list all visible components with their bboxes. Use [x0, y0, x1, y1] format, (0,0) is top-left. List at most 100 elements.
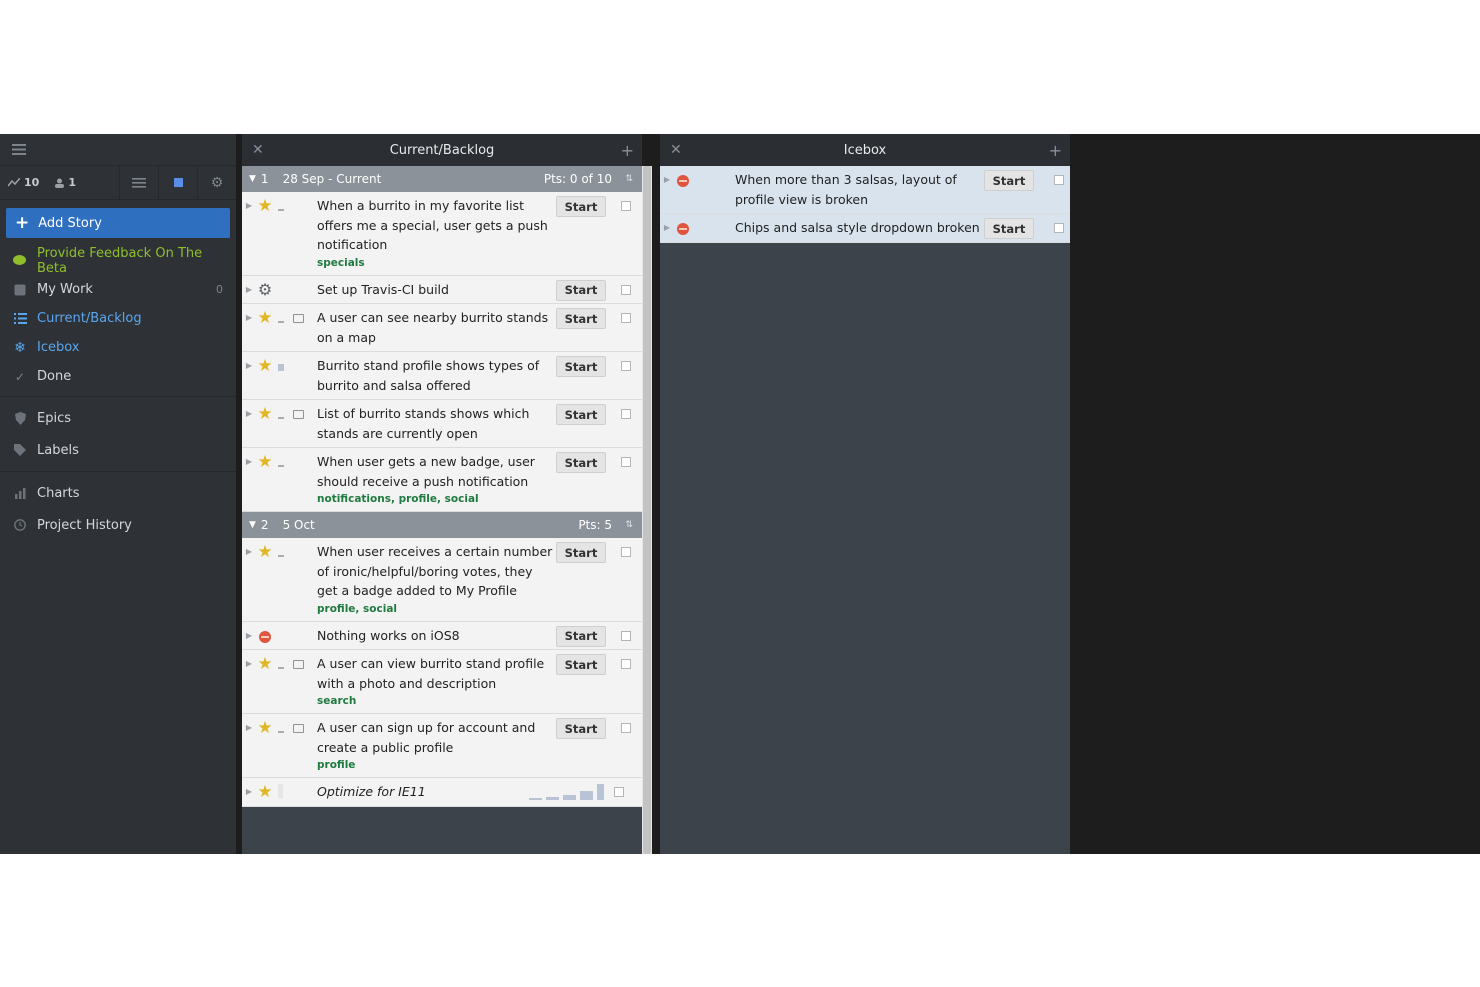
expand-arrow-icon[interactable]: ▶: [242, 400, 256, 447]
expand-arrow-icon[interactable]: ▶: [242, 192, 256, 275]
start-button[interactable]: Start: [556, 542, 606, 563]
story-labels[interactable]: specials: [317, 255, 554, 271]
start-button[interactable]: Start: [984, 170, 1034, 191]
team-strength-icon[interactable]: ⇅: [625, 520, 633, 530]
story-row[interactable]: ▶ ⚙ Set up Travis-CI build Start: [242, 275, 642, 304]
expand-arrow-icon[interactable]: ▶: [242, 304, 256, 351]
sidebar-item-charts[interactable]: Charts: [0, 477, 236, 509]
team-strength-icon[interactable]: ⇅: [625, 174, 633, 184]
app-window: 10 1 ⚙ + Add Story Provide Feedback On T…: [0, 134, 1480, 854]
estimate-icon[interactable]: [278, 667, 284, 669]
estimate-option[interactable]: [563, 795, 576, 800]
estimate-option[interactable]: [529, 798, 542, 800]
velocity-stat[interactable]: 10: [0, 176, 47, 189]
settings-button[interactable]: ⚙: [197, 165, 236, 200]
select-checkbox[interactable]: [621, 457, 631, 467]
expand-arrow-icon[interactable]: ▶: [242, 778, 256, 806]
estimate-icon[interactable]: [278, 209, 284, 211]
story-row[interactable]: ▶ Chips and salsa style dropdown broken …: [660, 214, 1070, 243]
chevron-down-icon[interactable]: ▼: [249, 520, 256, 530]
story-row[interactable]: ▶ ★ A user can sign up for account and c…: [242, 714, 642, 778]
story-row[interactable]: ▶ When more than 3 salsas, layout of pro…: [660, 166, 1070, 214]
start-button[interactable]: Start: [556, 404, 606, 425]
start-button[interactable]: Start: [556, 308, 606, 329]
estimate-icon[interactable]: [278, 555, 284, 557]
expand-arrow-icon[interactable]: ▶: [242, 276, 256, 304]
estimate-icon[interactable]: [278, 731, 284, 733]
sidebar-item-project-history[interactable]: Project History: [0, 509, 236, 541]
story-labels[interactable]: profile, social: [317, 601, 554, 617]
start-button[interactable]: Start: [556, 356, 606, 377]
story-row[interactable]: ▶ ★ When a burrito in my favorite list o…: [242, 192, 642, 276]
expand-arrow-icon[interactable]: ▶: [242, 714, 256, 777]
add-icon[interactable]: +: [1049, 141, 1062, 160]
estimate-icon[interactable]: [278, 784, 283, 798]
select-checkbox[interactable]: [621, 313, 631, 323]
expand-arrow-icon[interactable]: ▶: [242, 622, 256, 650]
backlog-scrollbar[interactable]: [642, 166, 652, 854]
close-icon[interactable]: ✕: [670, 142, 682, 158]
estimate-icon[interactable]: [278, 465, 284, 467]
estimate-picker[interactable]: [526, 782, 604, 800]
start-button[interactable]: Start: [556, 279, 606, 301]
sidebar-item-labels[interactable]: Labels: [0, 434, 236, 466]
sidebar-item-current-backlog[interactable]: Current/Backlog: [0, 304, 236, 333]
iteration-header[interactable]: ▼ 1 28 Sep - Current Pts: 0 of 10 ⇅: [242, 166, 642, 192]
expand-arrow-icon[interactable]: ▶: [242, 448, 256, 511]
start-button[interactable]: Start: [556, 718, 606, 739]
start-button[interactable]: Start: [984, 218, 1034, 239]
select-checkbox[interactable]: [621, 630, 631, 641]
select-checkbox[interactable]: [1054, 175, 1064, 185]
story-labels[interactable]: profile: [317, 757, 554, 773]
sidebar-item-epics[interactable]: Epics: [0, 402, 236, 434]
expand-arrow-icon[interactable]: ▶: [242, 538, 256, 621]
story-row[interactable]: ▶ ★ When user gets a new badge, user sho…: [242, 448, 642, 512]
estimate-icon[interactable]: [278, 321, 284, 323]
story-row[interactable]: ▶ ★ A user can see nearby burrito stands…: [242, 304, 642, 352]
sidebar-item-done[interactable]: ✓ Done: [0, 362, 236, 391]
estimate-icon[interactable]: [278, 364, 284, 371]
select-checkbox[interactable]: [621, 547, 631, 557]
expand-arrow-icon[interactable]: ▶: [660, 166, 674, 213]
story-row[interactable]: ▶ ★ Optimize for IE11: [242, 778, 642, 807]
story-row[interactable]: ▶ ★ A user can view burrito stand profil…: [242, 650, 642, 714]
select-checkbox[interactable]: [621, 361, 631, 371]
estimate-icon[interactable]: [278, 417, 284, 419]
add-story-button[interactable]: + Add Story: [6, 208, 230, 238]
expand-arrow-icon[interactable]: ▶: [242, 352, 256, 399]
iteration-header[interactable]: ▼ 2 5 Oct Pts: 5 ⇅: [242, 512, 642, 538]
add-icon[interactable]: +: [621, 141, 634, 160]
list-view-button[interactable]: [119, 165, 158, 200]
sidebar-item-my-work[interactable]: My Work 0: [0, 275, 236, 304]
sidebar-item-icebox[interactable]: ❄ Icebox: [0, 333, 236, 362]
start-button[interactable]: Start: [556, 196, 606, 217]
start-button[interactable]: Start: [556, 625, 606, 647]
story-labels[interactable]: notifications, profile, social: [317, 491, 554, 507]
select-checkbox[interactable]: [621, 723, 631, 733]
select-checkbox[interactable]: [621, 201, 631, 211]
estimate-option[interactable]: [546, 797, 559, 800]
select-checkbox[interactable]: [621, 659, 631, 669]
start-button[interactable]: Start: [556, 654, 606, 675]
expand-arrow-icon[interactable]: ▶: [660, 214, 674, 242]
estimate-option[interactable]: [597, 784, 604, 800]
close-icon[interactable]: ✕: [252, 142, 264, 158]
story-labels[interactable]: search: [317, 693, 554, 709]
story-row[interactable]: ▶ ★ List of burrito stands shows which s…: [242, 400, 642, 448]
select-checkbox[interactable]: [1054, 223, 1064, 233]
project-color-button[interactable]: [158, 165, 197, 200]
estimate-option[interactable]: [580, 791, 593, 800]
story-row[interactable]: ▶ ★ When user receives a certain number …: [242, 538, 642, 622]
story-row[interactable]: ▶ ★ Burrito stand profile shows types of…: [242, 352, 642, 400]
members-stat[interactable]: 1: [47, 176, 84, 189]
start-button[interactable]: Start: [556, 452, 606, 473]
expand-arrow-icon[interactable]: ▶: [242, 650, 256, 713]
sidebar-item-feedback[interactable]: Provide Feedback On The Beta: [0, 246, 236, 276]
select-checkbox[interactable]: [614, 787, 624, 797]
scrollbar-thumb[interactable]: [643, 166, 651, 854]
hamburger-menu-icon[interactable]: [12, 144, 26, 155]
story-row[interactable]: ▶ Nothing works on iOS8 Start: [242, 621, 642, 650]
chevron-down-icon[interactable]: ▼: [249, 174, 256, 184]
select-checkbox[interactable]: [621, 284, 631, 295]
select-checkbox[interactable]: [621, 409, 631, 419]
